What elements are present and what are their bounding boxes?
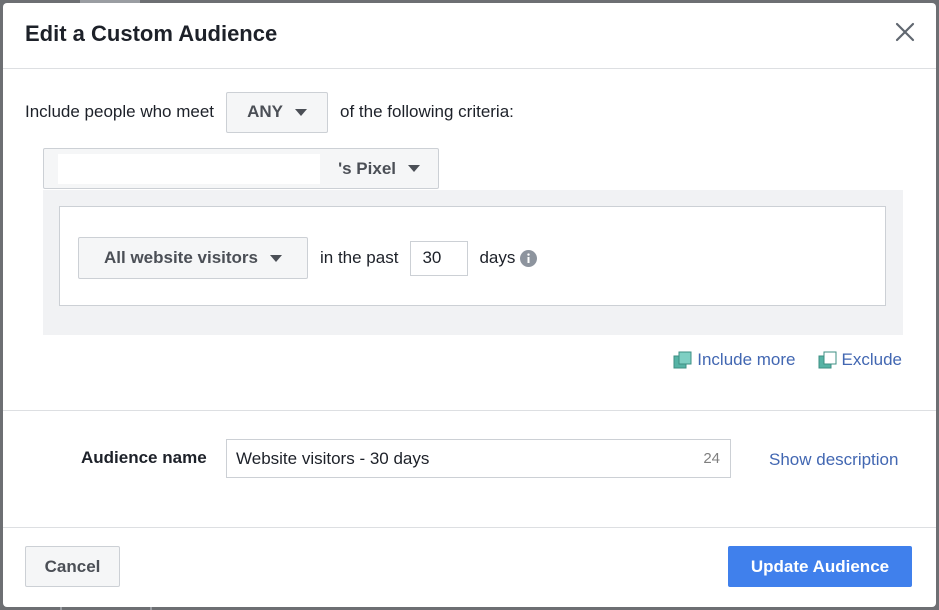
edit-audience-dialog: Edit a Custom Audience Include people wh… (3, 3, 936, 607)
chevron-down-icon (408, 165, 420, 172)
dialog-header: Edit a Custom Audience (3, 3, 936, 69)
in-the-past-label: in the past (320, 248, 399, 267)
section-divider (3, 410, 936, 411)
cancel-button[interactable]: Cancel (25, 546, 120, 587)
include-more-link[interactable]: Include more (673, 350, 796, 370)
include-rule-row: Include people who meet ANY of the follo… (25, 91, 514, 133)
retention-days-input[interactable] (410, 240, 469, 276)
audience-name-input[interactable] (227, 440, 687, 477)
match-type-value: ANY (247, 102, 283, 121)
visitors-type-value: All website visitors (104, 248, 258, 267)
exclude-label: Exclude (841, 350, 902, 369)
include-more-label: Include more (697, 350, 796, 369)
match-type-dropdown[interactable]: ANY (226, 91, 329, 133)
redacted-pixel-name (58, 154, 320, 184)
audience-name-field: 24 (226, 439, 731, 478)
update-audience-button[interactable]: Update Audience (728, 546, 912, 587)
stack-remove-icon (818, 351, 837, 369)
footer-divider (3, 527, 936, 528)
chevron-down-icon (270, 254, 282, 262)
info-icon[interactable] (520, 249, 538, 267)
include-prefix-text: Include people who meet (25, 102, 215, 121)
pixel-source-label: 's Pixel (338, 158, 396, 178)
criteria-card: All website visitors in the past days (59, 206, 886, 306)
criteria-row: All website visitors in the past days (78, 237, 538, 279)
stack-add-icon (673, 351, 692, 369)
include-suffix-text: of the following criteria: (340, 102, 514, 121)
char-count: 24 (703, 450, 720, 467)
criteria-actions: Include more Exclude (673, 350, 902, 370)
criteria-panel: All website visitors in the past days (43, 190, 903, 335)
dialog-title: Edit a Custom Audience (25, 21, 278, 46)
show-description-link[interactable]: Show description (769, 450, 898, 470)
visitors-type-dropdown[interactable]: All website visitors (78, 237, 308, 279)
chevron-down-icon (294, 108, 307, 116)
exclude-link[interactable]: Exclude (818, 350, 902, 370)
close-icon[interactable] (892, 19, 918, 45)
days-label: days (479, 248, 516, 267)
audience-name-label: Audience name (81, 448, 207, 467)
